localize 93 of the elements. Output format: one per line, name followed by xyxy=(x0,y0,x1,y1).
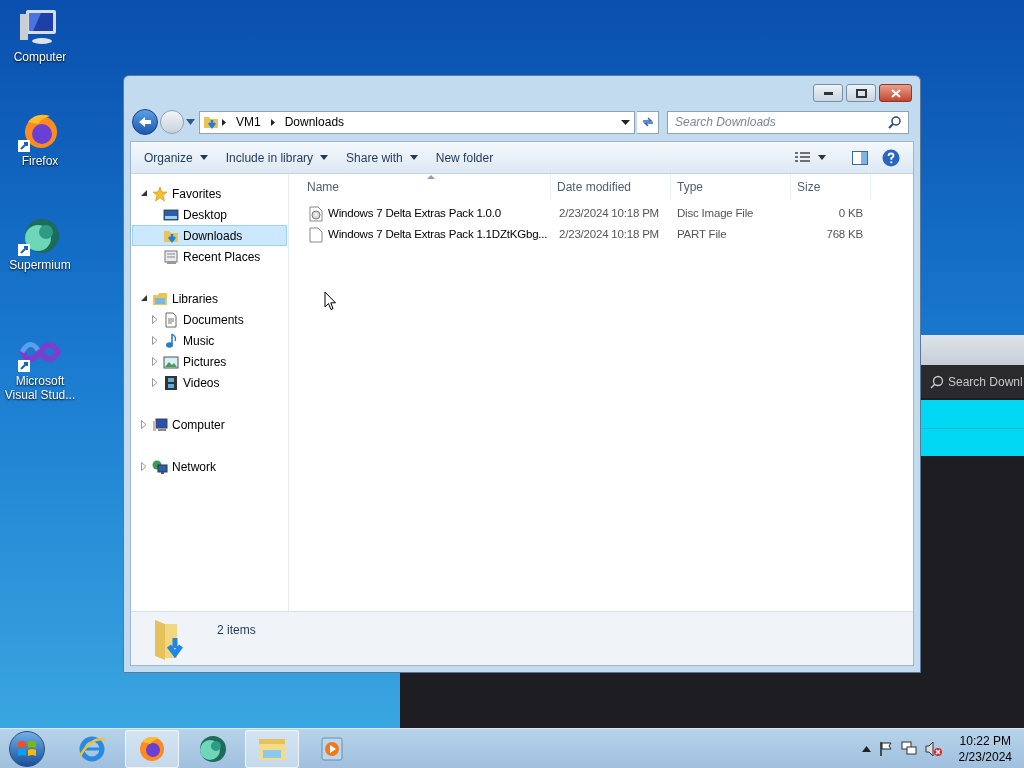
nav-item[interactable]: Music xyxy=(132,330,287,351)
desktop-icon-label[interactable]: Microsoft Visual Stud... xyxy=(0,374,80,402)
nav-item[interactable]: Network xyxy=(132,456,287,477)
nav-item[interactable]: Documents xyxy=(132,309,287,330)
pictures-icon xyxy=(163,353,179,370)
list-view-icon xyxy=(795,151,810,164)
minimize-icon xyxy=(823,91,833,95)
disc-file-icon xyxy=(308,205,324,222)
file-date: 2/23/2024 10:18 PM xyxy=(558,205,660,221)
chevron-right-icon xyxy=(219,117,229,127)
file-type: PART File xyxy=(676,226,728,242)
desktop-icon xyxy=(163,206,179,223)
show-hidden-icons-icon[interactable] xyxy=(861,745,871,752)
toolbar-button[interactable]: Share with xyxy=(342,145,422,170)
file-date: 2/23/2024 10:18 PM xyxy=(558,226,660,242)
search-icon xyxy=(888,115,901,129)
cursor-icon xyxy=(324,291,337,311)
file-size: 0 KB xyxy=(837,205,863,221)
preview-pane-icon[interactable] xyxy=(852,150,868,165)
close-button[interactable] xyxy=(879,84,912,102)
caret-icon xyxy=(409,155,418,160)
search-field[interactable]: Search Downl xyxy=(930,368,1024,395)
desktop-icon-label[interactable]: Supermium xyxy=(6,258,74,272)
supermium-icon xyxy=(197,733,227,764)
column-header[interactable]: Name xyxy=(289,174,551,199)
recent-places-icon xyxy=(163,248,179,265)
maximize-button[interactable] xyxy=(846,84,876,102)
collapsed-arrow-icon[interactable] xyxy=(152,336,158,345)
nav-item[interactable]: Computer xyxy=(132,414,287,435)
collapsed-arrow-icon[interactable] xyxy=(141,462,147,471)
flag-icon[interactable] xyxy=(878,741,893,756)
column-header[interactable]: Date modified xyxy=(551,174,671,199)
nav-item[interactable]: Videos xyxy=(132,372,287,393)
breadcrumb-item[interactable]: Downloads xyxy=(284,113,345,131)
computer-icon xyxy=(152,416,168,433)
item-count: 2 items xyxy=(217,622,256,639)
nav-item[interactable]: Pictures xyxy=(132,351,287,372)
expanded-arrow-icon[interactable] xyxy=(141,295,148,302)
collapsed-arrow-icon[interactable] xyxy=(152,378,158,387)
library-icon xyxy=(152,290,168,307)
downloads-folder-icon xyxy=(203,114,219,130)
back-arrow-icon xyxy=(138,116,152,128)
network-icon xyxy=(152,458,168,475)
star-icon xyxy=(152,185,168,202)
nav-item[interactable]: Desktop xyxy=(132,204,287,225)
file-name[interactable]: Windows 7 Delta Extras Pack 1.1DZtKGbg... xyxy=(328,225,548,244)
desktop-icon-label[interactable]: Computer xyxy=(10,50,70,64)
nav-item[interactable]: Libraries xyxy=(132,288,287,309)
refresh-icon xyxy=(640,116,655,128)
minimize-button[interactable] xyxy=(813,84,843,102)
music-note-icon xyxy=(163,332,179,349)
caret-icon xyxy=(818,155,826,160)
caret-icon xyxy=(320,155,329,160)
file-type: Disc Image File xyxy=(676,205,755,221)
search-icon xyxy=(930,374,944,389)
nav-item[interactable]: Recent Places xyxy=(132,246,287,267)
clock-date[interactable]: 2/23/2024 xyxy=(958,748,1012,765)
dropdown-arrow-icon[interactable] xyxy=(621,119,630,125)
help-icon[interactable] xyxy=(882,148,900,167)
maximize-icon xyxy=(855,88,867,98)
clock-time[interactable]: 10:22 PM xyxy=(959,732,1011,749)
close-icon xyxy=(890,88,901,98)
collapsed-arrow-icon[interactable] xyxy=(152,315,158,324)
refresh-button[interactable] xyxy=(637,110,659,134)
toolbar-button[interactable]: Include in library xyxy=(221,145,333,170)
history-dropdown-icon[interactable] xyxy=(186,119,195,125)
nav-item[interactable]: Favorites xyxy=(132,183,287,204)
search-field[interactable]: Search Downloads xyxy=(667,110,909,134)
collapsed-arrow-icon[interactable] xyxy=(152,357,158,366)
toolbar-button[interactable]: New folder xyxy=(431,145,498,170)
document-icon xyxy=(163,311,179,328)
desktop-icon-label[interactable]: Firefox xyxy=(18,154,62,168)
collapsed-arrow-icon[interactable] xyxy=(141,420,147,429)
taskbar-button[interactable] xyxy=(125,729,179,768)
start-button[interactable] xyxy=(9,730,45,767)
column-header[interactable]: Type xyxy=(671,174,791,199)
file-size: 768 KB xyxy=(825,226,863,242)
film-icon xyxy=(163,374,179,391)
address-bar[interactable]: VM1 Downloads xyxy=(199,110,635,134)
back-button[interactable] xyxy=(132,109,158,135)
expanded-arrow-icon[interactable] xyxy=(141,190,148,197)
column-header[interactable]: Size xyxy=(791,174,871,199)
blank-file-icon xyxy=(308,226,324,243)
toolbar-button[interactable]: Organize xyxy=(140,145,212,170)
caret-icon xyxy=(199,155,208,160)
sort-arrow-icon xyxy=(427,175,435,179)
muted-speaker-icon[interactable] xyxy=(924,740,943,757)
network-icon[interactable] xyxy=(900,741,917,756)
file-name[interactable]: Windows 7 Delta Extras Pack 1.0.0 xyxy=(328,204,501,223)
windows-logo-icon xyxy=(17,739,37,758)
view-options-button[interactable] xyxy=(795,151,826,164)
breadcrumb-item[interactable]: VM1 xyxy=(236,113,261,131)
nav-item[interactable]: Downloads xyxy=(132,225,287,246)
